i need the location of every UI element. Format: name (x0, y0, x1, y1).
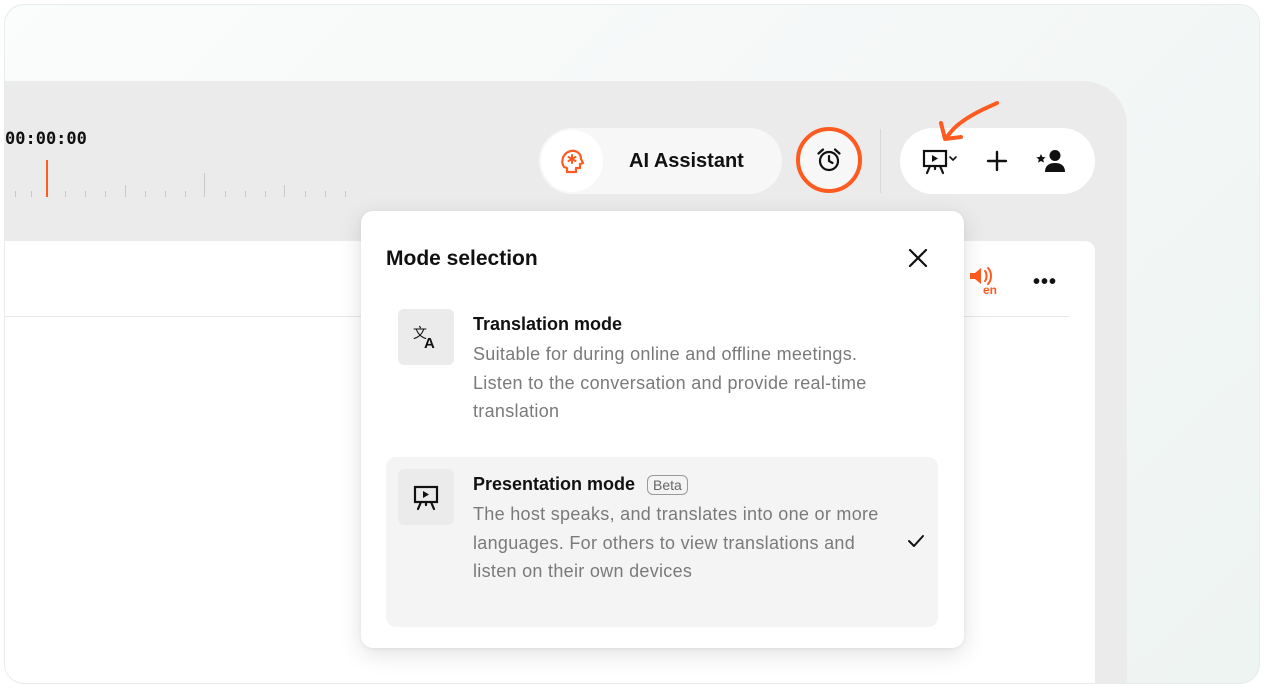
modal-title: Mode selection (386, 247, 538, 270)
option-description: The host speaks, and translates into one… (473, 504, 879, 581)
ruler-tick (165, 191, 166, 197)
ruler-tick (265, 191, 266, 197)
ruler-tick (305, 191, 306, 197)
ruler-tick (145, 191, 146, 197)
ruler-tick (204, 173, 205, 197)
add-favorite-user-button[interactable] (1022, 128, 1082, 194)
ai-assistant-button[interactable]: AI Assistant (539, 128, 782, 194)
close-icon (908, 248, 928, 268)
window-frame: 00:00:00 AI Assistant en ••• Mode select… (4, 4, 1260, 684)
option-title: Presentation mode Beta (473, 474, 688, 495)
mode-selection-modal: Mode selection 文 A Translation mode Suit… (361, 211, 964, 648)
checkmark-icon (906, 533, 926, 554)
alarm-clock-icon (817, 148, 841, 172)
ruler-tick (245, 191, 246, 197)
ruler-tick (105, 191, 106, 197)
speaker-icon: en (970, 267, 997, 297)
toolbar-divider (880, 129, 881, 193)
annotation-arrow-icon (939, 101, 999, 141)
svg-text:A: A (424, 335, 435, 351)
ruler-tick (15, 191, 16, 197)
more-options-icon[interactable]: ••• (1033, 271, 1057, 294)
ai-assistant-label: AI Assistant (629, 149, 744, 172)
beta-badge: Beta (647, 474, 688, 495)
ruler-tick (185, 191, 186, 197)
presentation-icon (398, 469, 454, 525)
plus-icon (986, 150, 1008, 172)
option-title: Translation mode (473, 314, 623, 334)
ruler-tick (284, 185, 285, 197)
timeline-ruler[interactable] (5, 155, 365, 197)
presentation-mode-option[interactable]: Presentation mode Beta The host speaks, … (386, 457, 938, 627)
timeline-playhead[interactable] (46, 160, 48, 197)
translate-icon: 文 A (398, 309, 454, 365)
elapsed-time: 00:00:00 (5, 129, 87, 149)
ruler-tick (31, 191, 32, 197)
translation-mode-option[interactable]: 文 A Translation mode Suitable for during… (386, 297, 938, 427)
option-description: Suitable for during online and offline m… (473, 344, 867, 421)
speaker-language-code: en (983, 283, 997, 295)
ai-brain-icon (541, 130, 603, 192)
close-button[interactable] (907, 247, 929, 274)
ruler-tick (85, 191, 86, 197)
alarm-button[interactable] (796, 127, 862, 193)
ruler-tick (225, 191, 226, 197)
speaker-language-button[interactable]: en (967, 265, 1003, 300)
ruler-tick (325, 191, 326, 197)
star-person-icon (1036, 150, 1065, 172)
ruler-tick (125, 185, 126, 197)
presentation-icon (922, 149, 957, 175)
ruler-tick (65, 191, 66, 197)
ruler-tick (345, 191, 346, 197)
